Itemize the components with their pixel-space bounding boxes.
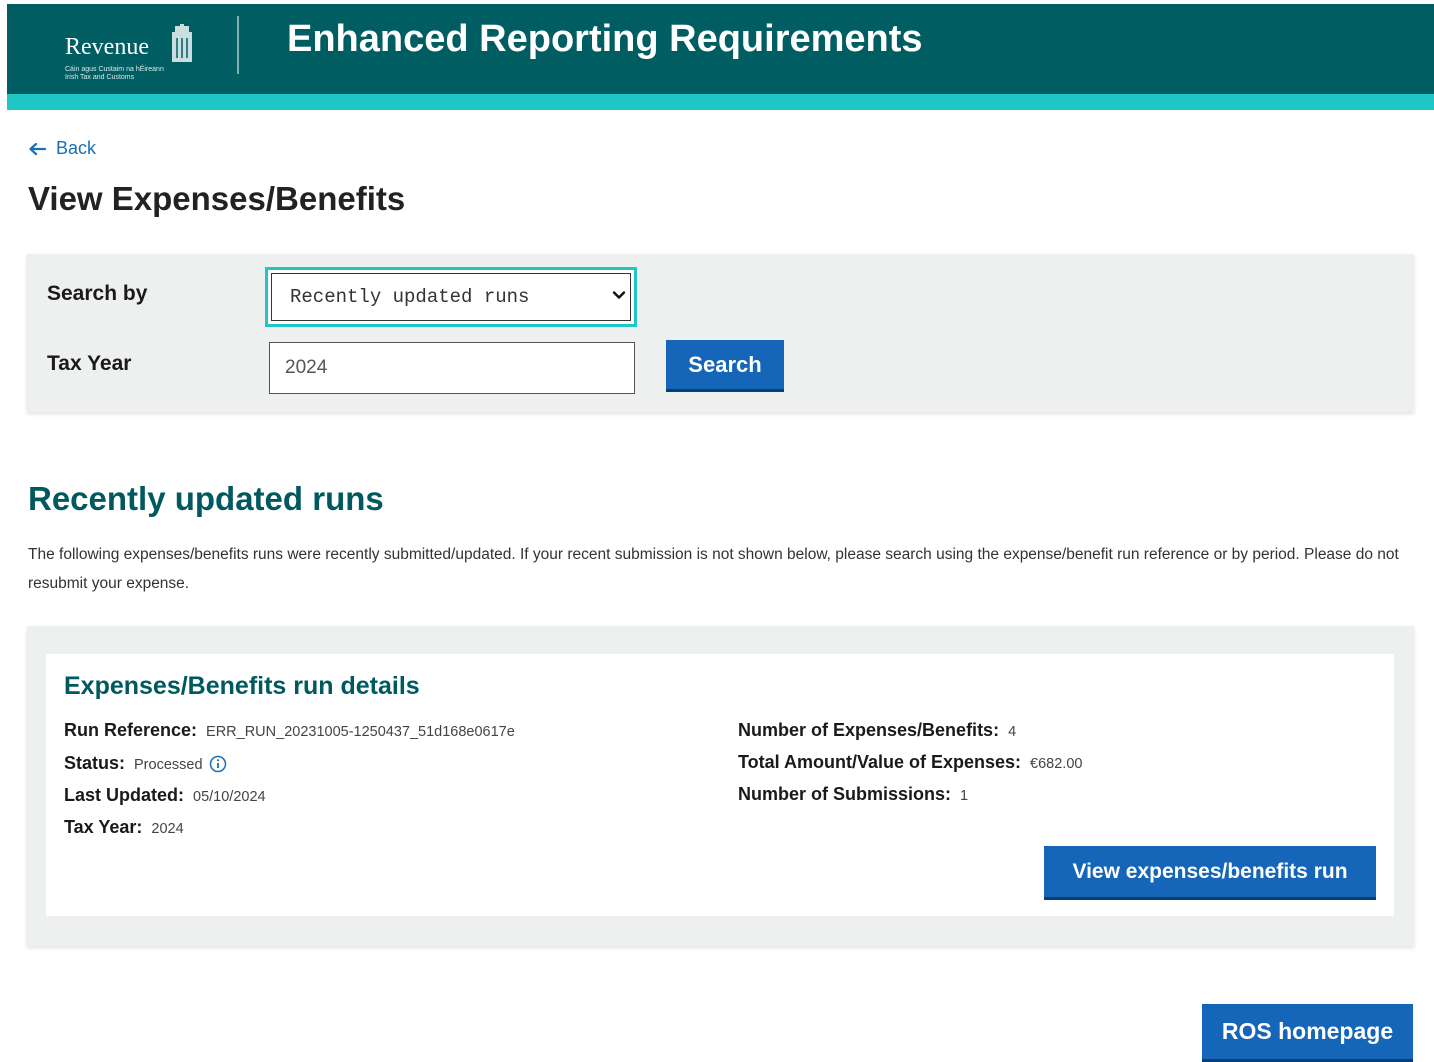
- app-title: Enhanced Reporting Requirements: [287, 18, 923, 60]
- arrow-left-icon: [29, 142, 46, 155]
- logo-subtitle: Cáin agus Custaim na hÉireann Irish Tax …: [65, 66, 205, 82]
- num-expenses-value: 4: [1008, 724, 1017, 740]
- run-list-panel: Expenses/Benefits run details Run Refere…: [27, 626, 1414, 946]
- recent-runs-title: Recently updated runs: [28, 480, 384, 517]
- num-submissions-value: 1: [960, 788, 969, 804]
- header-divider: [237, 16, 239, 74]
- status-row: Status: Processed: [64, 753, 227, 774]
- num-submissions-label: Number of Submissions:: [738, 784, 952, 804]
- tax-year-input[interactable]: 2024: [269, 342, 635, 394]
- num-expenses-label: Number of Expenses/Benefits:: [738, 720, 1000, 740]
- tax-year-input-value: 2024: [285, 357, 328, 378]
- site-header: Revenue Cáin agus Custaim na hÉireann Ir…: [7, 4, 1434, 94]
- logo-wordmark: Revenue: [65, 34, 149, 60]
- last-updated-row: Last Updated: 05/10/2024: [64, 785, 266, 806]
- run-tax-year-value: 2024: [151, 821, 184, 837]
- search-panel: Search by Recently updated runs Tax Year…: [27, 254, 1414, 412]
- total-amount-row: Total Amount/Value of Expenses: €682.00: [738, 752, 1082, 773]
- run-reference-value: ERR_RUN_20231005-1250437_51d168e0617e: [206, 724, 515, 740]
- tax-year-row: Tax Year: 2024: [64, 817, 184, 838]
- view-run-button[interactable]: View expenses/benefits run: [1044, 846, 1376, 900]
- run-details-title: Expenses/Benefits run details: [64, 672, 420, 700]
- last-updated-label: Last Updated:: [64, 785, 185, 805]
- status-label: Status:: [64, 753, 126, 773]
- search-by-select-field[interactable]: Recently updated runs: [271, 273, 631, 321]
- ros-homepage-button[interactable]: ROS homepage: [1202, 1004, 1413, 1062]
- header-accent-stripe: [7, 94, 1434, 110]
- harp-icon: [172, 24, 192, 62]
- revenue-logo[interactable]: Revenue Cáin agus Custaim na hÉireann Ir…: [57, 14, 207, 81]
- logo-subtitle-english: Irish Tax and Customs: [65, 74, 135, 81]
- search-by-selected-value: Recently updated runs: [290, 286, 530, 308]
- run-tax-year-label: Tax Year:: [64, 817, 143, 837]
- search-button[interactable]: Search: [666, 340, 784, 392]
- logo-subtitle-irish: Cáin agus Custaim na hÉireann: [65, 66, 164, 73]
- info-icon[interactable]: [209, 755, 227, 773]
- last-updated-value: 05/10/2024: [193, 789, 266, 805]
- status-value: Processed: [134, 757, 203, 773]
- back-link-label: Back: [56, 138, 97, 158]
- total-amount-value: €682.00: [1030, 756, 1083, 772]
- page-title: View Expenses/Benefits: [28, 180, 406, 217]
- run-details-card: Expenses/Benefits run details Run Refere…: [46, 654, 1394, 916]
- num-submissions-row: Number of Submissions: 1: [738, 784, 968, 805]
- num-expenses-row: Number of Expenses/Benefits: 4: [738, 720, 1016, 741]
- tax-year-label: Tax Year: [47, 352, 132, 375]
- run-reference-row: Run Reference: ERR_RUN_20231005-1250437_…: [64, 720, 515, 741]
- search-by-select[interactable]: Recently updated runs: [265, 267, 637, 327]
- back-link[interactable]: Back: [28, 138, 96, 159]
- total-amount-label: Total Amount/Value of Expenses:: [738, 752, 1022, 772]
- search-by-label: Search by: [47, 282, 148, 305]
- run-reference-label: Run Reference:: [64, 720, 198, 740]
- recent-runs-description: The following expenses/benefits runs wer…: [28, 546, 1399, 592]
- chevron-down-icon: [612, 291, 626, 299]
